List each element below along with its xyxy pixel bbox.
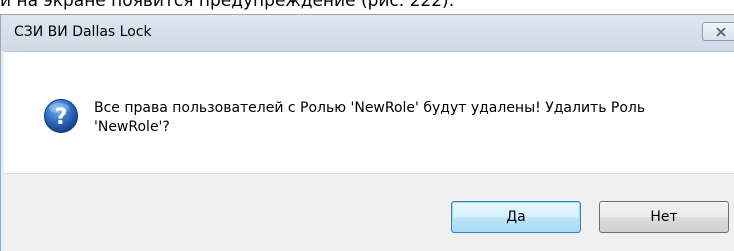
close-button[interactable] (702, 22, 734, 41)
no-button[interactable]: Нет (599, 201, 729, 233)
dialog-titlebar[interactable]: СЗИ ВИ Dallas Lock (1, 15, 734, 51)
document-caption: и на экране появится предупреждение (рис… (0, 0, 455, 11)
yes-button[interactable]: Да (451, 201, 581, 233)
question-icon: ? (44, 99, 78, 133)
message-dialog: СЗИ ВИ Dallas Lock ? Все права пользоват… (0, 14, 734, 251)
close-icon (716, 27, 726, 37)
svg-text:?: ? (55, 105, 68, 130)
dialog-content: ? Все права пользователей с Ролью 'NewRo… (4, 51, 734, 174)
dialog-title: СЗИ ВИ Dallas Lock (14, 24, 152, 40)
dialog-message: Все права пользователей с Ролью 'NewRole… (94, 100, 646, 135)
